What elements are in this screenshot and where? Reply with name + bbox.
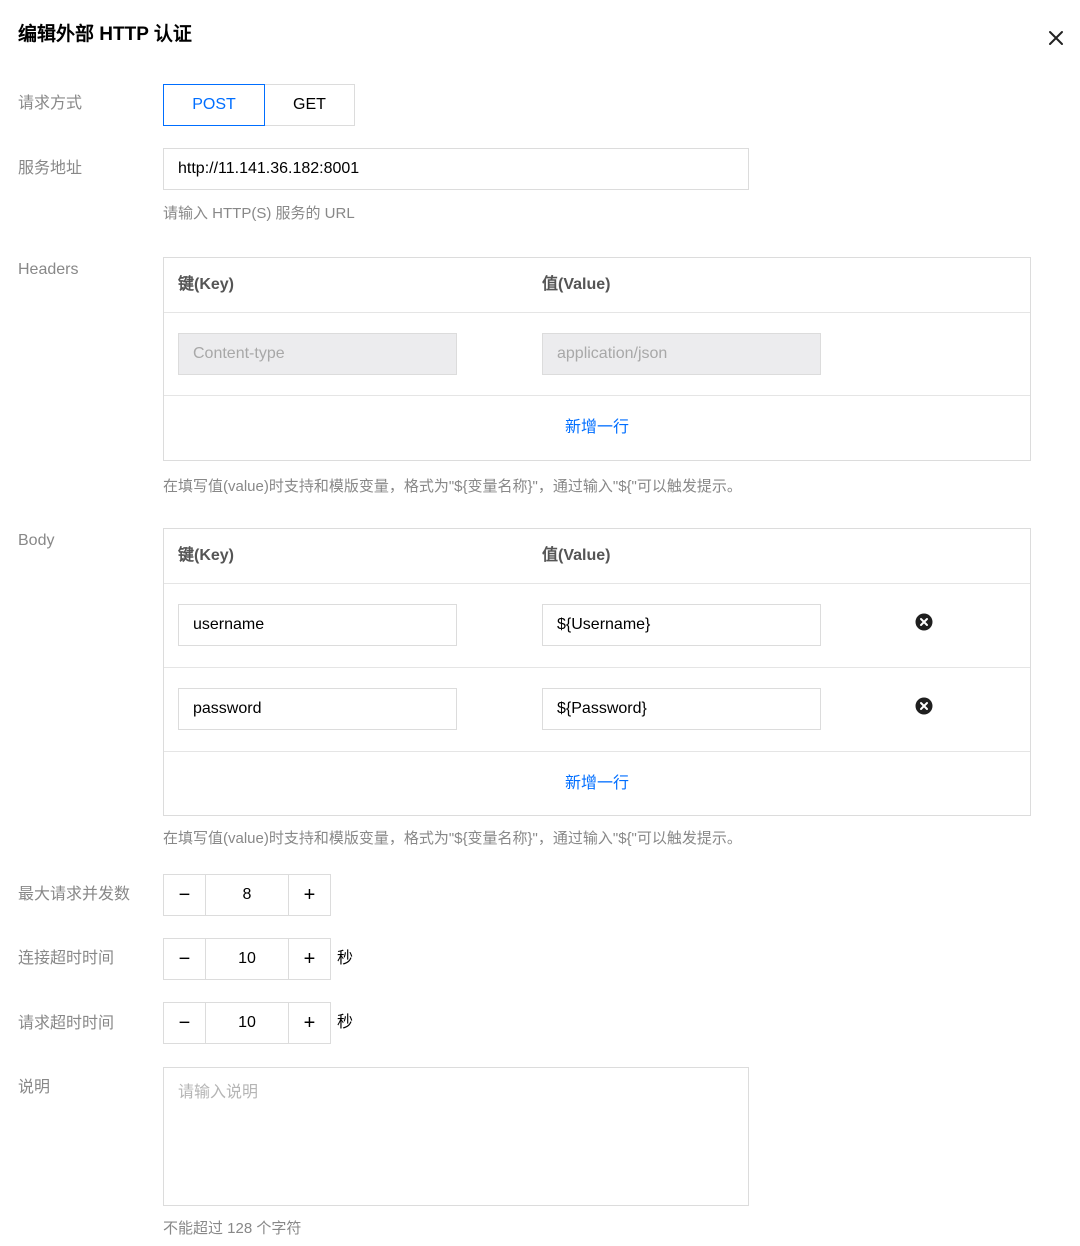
decrement-button[interactable]: −	[163, 938, 206, 980]
table-row: Content-type application/json	[164, 313, 1030, 396]
method-segmented: POST GET	[163, 84, 355, 126]
body-value-header: 值(Value)	[542, 547, 611, 564]
method-label: 请求方式	[18, 95, 83, 112]
request-timeout-label: 请求超时时间	[18, 1015, 115, 1032]
connect-timeout-stepper: − 10 +	[163, 938, 331, 980]
increment-button[interactable]: +	[288, 874, 331, 916]
headers-add-row-button[interactable]: 新增一行	[164, 396, 1030, 460]
description-textarea[interactable]	[163, 1067, 749, 1206]
body-table-head: 键(Key) 值(Value)	[164, 529, 1030, 584]
headers-key-header: 键(Key)	[178, 276, 235, 293]
headers-table: 键(Key) 值(Value) Content-type application…	[163, 257, 1031, 461]
connect-timeout-label: 连接超时时间	[18, 950, 115, 967]
headers-value-header: 值(Value)	[542, 276, 611, 293]
table-row: password ${Password}	[164, 668, 1030, 752]
description-hint: 不能超过 128 个字符	[163, 1220, 302, 1237]
concurrency-label: 最大请求并发数	[18, 886, 131, 903]
increment-button[interactable]: +	[288, 938, 331, 980]
body-hint: 在填写值(value)时支持和模版变量，格式为"${变量名称}"，通过输入"${…	[163, 830, 742, 847]
body-table: 键(Key) 值(Value) username ${Username} pas…	[163, 528, 1031, 816]
request-timeout-unit: 秒	[337, 1014, 354, 1031]
increment-button[interactable]: +	[288, 1002, 331, 1044]
remove-row-icon[interactable]	[915, 697, 933, 715]
body-value-input[interactable]: ${Username}	[542, 604, 821, 646]
body-label: Body	[18, 532, 55, 549]
request-timeout-stepper: − 10 +	[163, 1002, 331, 1044]
close-icon[interactable]	[1044, 26, 1068, 50]
description-label: 说明	[18, 1079, 51, 1096]
body-key-input[interactable]: username	[178, 604, 457, 646]
connect-timeout-unit: 秒	[337, 950, 354, 967]
service-hint: 请输入 HTTP(S) 服务的 URL	[163, 205, 355, 222]
headers-label: Headers	[18, 261, 79, 278]
headers-key-input: Content-type	[178, 333, 457, 375]
body-value-input[interactable]: ${Password}	[542, 688, 821, 730]
connect-timeout-value[interactable]: 10	[206, 938, 288, 980]
decrement-button[interactable]: −	[163, 874, 206, 916]
concurrency-stepper: − 8 +	[163, 874, 331, 916]
remove-row-icon[interactable]	[915, 613, 933, 631]
decrement-button[interactable]: −	[163, 1002, 206, 1044]
body-add-row-button[interactable]: 新增一行	[164, 752, 1030, 816]
method-post-option[interactable]: POST	[163, 84, 265, 126]
dialog-title: 编辑外部 HTTP 认证	[18, 24, 192, 45]
body-key-header: 键(Key)	[178, 547, 235, 564]
concurrency-value[interactable]: 8	[206, 874, 288, 916]
headers-value-input: application/json	[542, 333, 821, 375]
headers-table-head: 键(Key) 值(Value)	[164, 258, 1030, 313]
service-url-input[interactable]	[163, 148, 749, 190]
body-key-input[interactable]: password	[178, 688, 457, 730]
table-row: username ${Username}	[164, 584, 1030, 668]
request-timeout-value[interactable]: 10	[206, 1002, 288, 1044]
service-label: 服务地址	[18, 160, 83, 177]
method-get-option[interactable]: GET	[264, 84, 355, 126]
headers-hint: 在填写值(value)时支持和模版变量，格式为"${变量名称}"，通过输入"${…	[163, 478, 742, 495]
